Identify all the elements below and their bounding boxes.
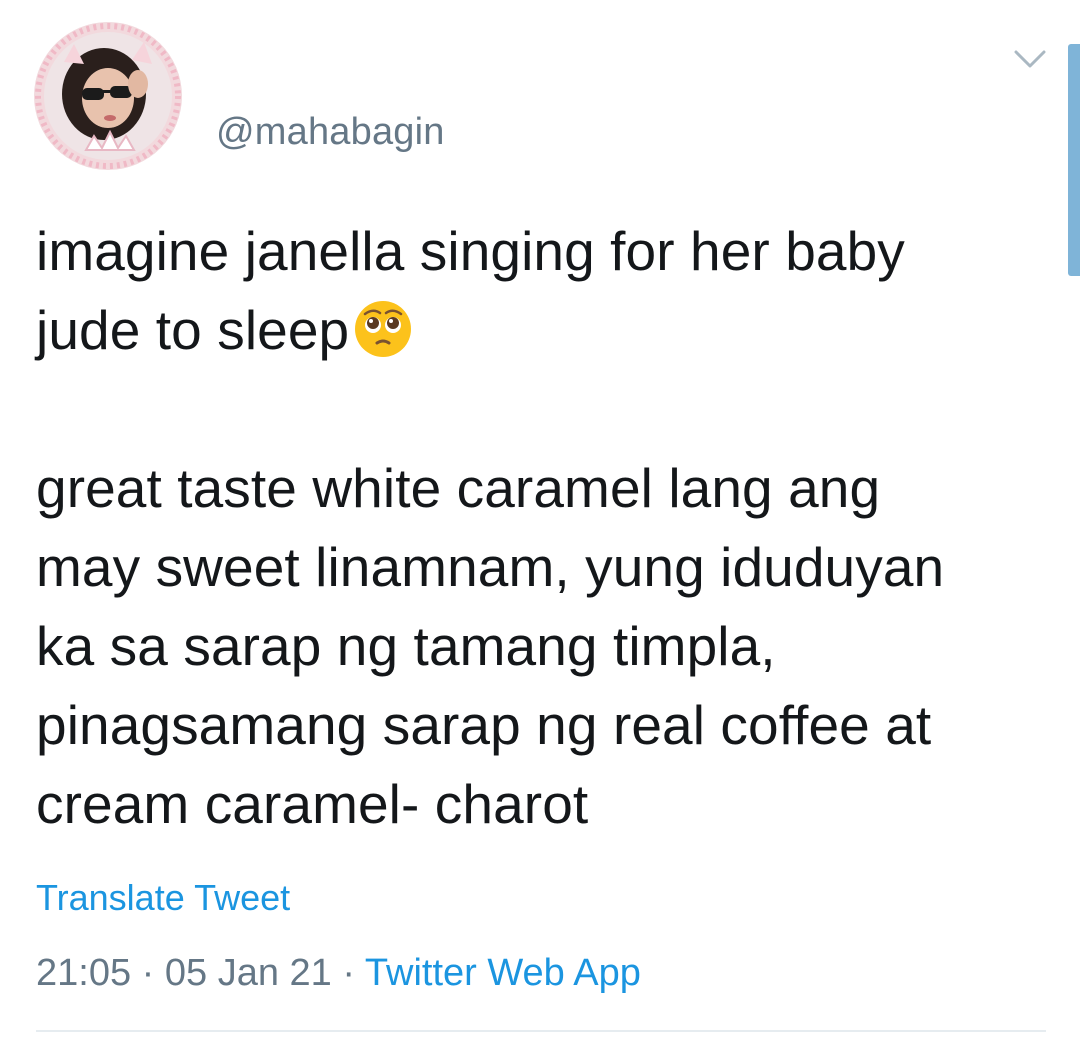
tweet-paragraph-2: great taste white caramel lang ang may s… bbox=[36, 457, 945, 835]
tweet-time[interactable]: 21:05 bbox=[36, 952, 131, 994]
divider bbox=[36, 1030, 1046, 1032]
side-accent-bar bbox=[1068, 44, 1080, 276]
translate-tweet-link[interactable]: Translate Tweet bbox=[36, 874, 290, 922]
meta-separator: · bbox=[342, 952, 356, 994]
pleading-face-emoji bbox=[353, 299, 413, 359]
tweet-card: @mahabagin imagine janella singing for h… bbox=[0, 0, 1080, 1038]
meta-separator: · bbox=[141, 952, 155, 994]
avatar-image bbox=[34, 22, 182, 170]
tweet-source-link[interactable]: Twitter Web App bbox=[365, 952, 641, 994]
tweet-paragraph-1: imagine janella singing for her baby jud… bbox=[36, 220, 905, 361]
tweet-date[interactable]: 05 Jan 21 bbox=[165, 952, 332, 994]
user-handle[interactable]: @mahabagin bbox=[216, 108, 445, 156]
profile-avatar[interactable] bbox=[34, 22, 182, 170]
chevron-down-icon[interactable] bbox=[1012, 46, 1048, 72]
tweet-meta: 21:05 · 05 Jan 21 · Twitter Web App bbox=[36, 948, 641, 998]
tweet-text: imagine janella singing for her baby jud… bbox=[36, 212, 1056, 844]
